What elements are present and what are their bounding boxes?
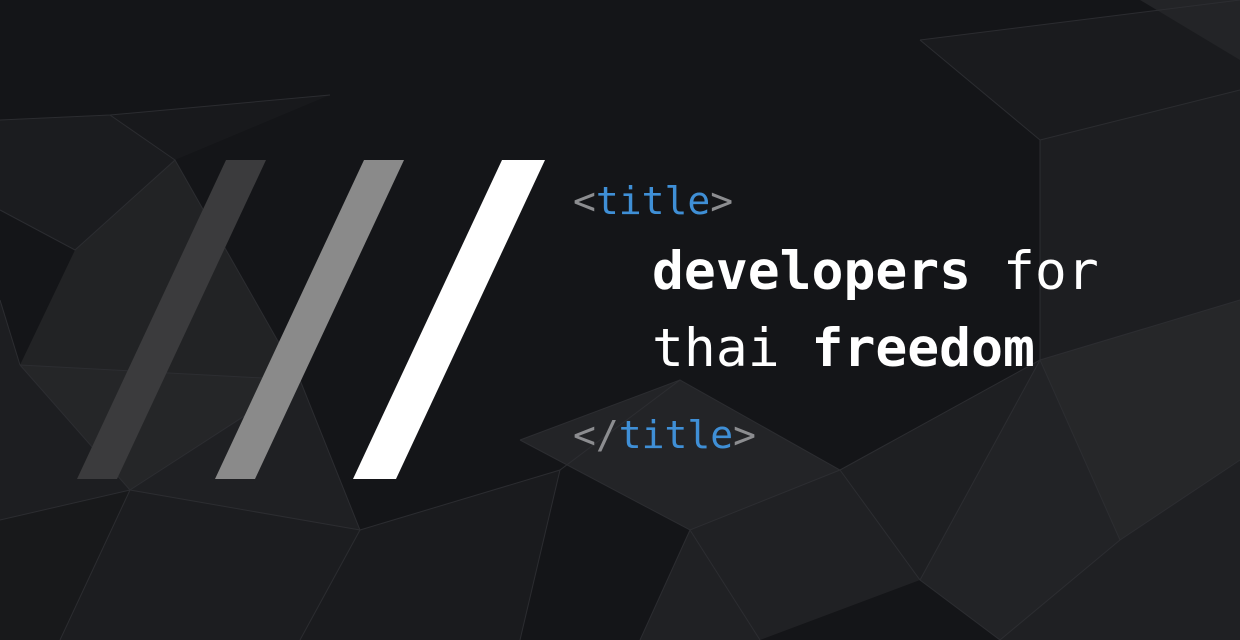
title-line-2: thai freedom <box>652 318 1035 380</box>
title-word-developers: developers <box>652 241 972 302</box>
close-tag-bracket-left: </ <box>573 413 619 457</box>
open-tag-name: title <box>595 179 711 223</box>
title-word-freedom: freedom <box>811 318 1035 379</box>
slash-logo <box>77 160 545 479</box>
title-word-for: for <box>971 241 1099 302</box>
title-line-1: developers for <box>652 241 1099 303</box>
opening-title-tag: <title> <box>573 179 733 223</box>
banner: <title> developers for thai freedom </ti… <box>0 0 1240 640</box>
close-tag-name: title <box>618 413 734 457</box>
slash-light <box>353 160 545 479</box>
closing-title-tag: </title> <box>573 413 756 457</box>
open-tag-bracket-right: > <box>710 179 734 223</box>
close-tag-bracket-right: > <box>733 413 757 457</box>
title-word-thai: thai <box>652 318 812 379</box>
open-tag-bracket-left: < <box>573 179 596 223</box>
